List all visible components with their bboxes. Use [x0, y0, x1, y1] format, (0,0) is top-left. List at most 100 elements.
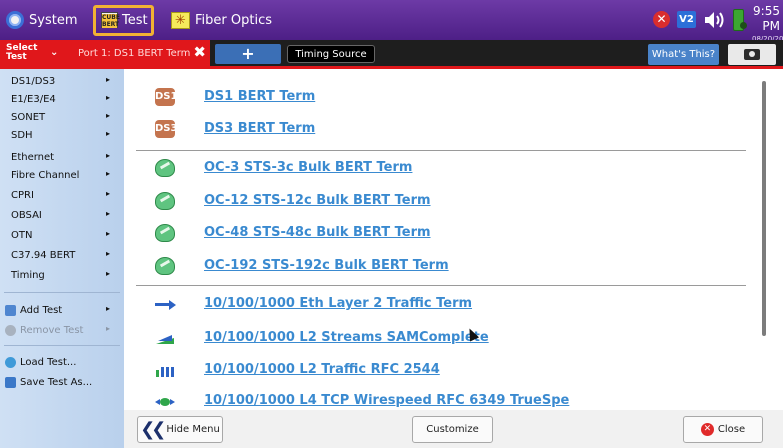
chevron-down-icon: ⌄ — [50, 47, 59, 58]
sonet-icon — [155, 224, 175, 242]
add-test-button[interactable]: Add Test ▸ — [0, 301, 124, 319]
add-tab-button[interactable]: + — [215, 44, 281, 64]
list-item-oc48-bulk-bert-term[interactable]: OC-48 STS-48c Bulk BERT Term — [124, 220, 764, 246]
sidebar-item-label: E1/E3/E4 — [11, 93, 56, 105]
sidebar-item-ethernet[interactable]: Ethernet ▸ — [0, 148, 124, 166]
close-label: Close — [717, 424, 746, 435]
sidebar-item-obsai[interactable]: OBSAI ▸ — [0, 206, 124, 224]
tab-port-1[interactable]: Port 1: DS1 BERT Term ✖ — [70, 40, 210, 66]
list-item-oc12-bulk-bert-term[interactable]: OC-12 STS-12c Bulk BERT Term — [124, 188, 764, 214]
double-chevron-left-icon: ❮❮ — [140, 419, 166, 440]
sidebar-item-e1-e3-e4[interactable]: E1/E3/E4 ▸ — [0, 90, 124, 108]
list-item-label: DS1 BERT Term — [204, 89, 316, 104]
chevron-right-icon: ▸ — [105, 249, 110, 258]
fiber-optics-label: Fiber Optics — [195, 12, 272, 28]
select-test-button[interactable]: Select Test ⌄ — [0, 40, 70, 66]
save-icon — [5, 376, 16, 388]
customize-label: Customize — [426, 424, 479, 435]
load-test-label: Load Test... — [20, 356, 77, 368]
close-tab-icon[interactable]: ✖ — [193, 43, 206, 61]
tab-timing-source[interactable]: Timing Source — [287, 45, 375, 63]
list-item-l2-traffic-rfc-2544[interactable]: 10/100/1000 L2 Traffic RFC 2544 — [124, 357, 764, 383]
sidebar-item-label: Timing — [11, 269, 45, 281]
status-v2-icon[interactable]: V2 — [677, 11, 696, 28]
remove-test-label: Remove Test — [20, 324, 84, 336]
sidebar-item-fibre-channel[interactable]: Fibre Channel ▸ — [0, 166, 124, 184]
ethernet-arrow-icon — [155, 295, 176, 313]
ethernet-tcp-icon — [155, 398, 175, 406]
add-test-label: Add Test — [20, 304, 63, 316]
hide-menu-button[interactable]: ❮❮ Hide Menu — [137, 416, 223, 443]
list-item-label: OC-192 STS-192c Bulk BERT Term — [204, 258, 449, 273]
list-divider — [136, 150, 746, 151]
test-menu[interactable]: CUBE BERT Test — [101, 0, 148, 40]
alarm-x-icon[interactable]: ✕ — [653, 11, 670, 28]
system-menu[interactable]: System — [6, 0, 77, 40]
sidebar: DS1/DS3 ▸ E1/E3/E4 ▸ SONET ▸ SDH ▸ Ethernet ▸… — [0, 69, 124, 448]
sidebar-item-ds1-ds3[interactable]: DS1/DS3 ▸ — [0, 72, 124, 90]
save-test-as-button[interactable]: Save Test As... — [0, 373, 124, 391]
whats-this-button[interactable]: What's This? — [648, 44, 719, 65]
list-item-label: OC-48 STS-48c Bulk BERT Term — [204, 225, 431, 240]
system-label: System — [29, 12, 78, 28]
test-label: Test — [122, 12, 148, 28]
chevron-right-icon: ▸ — [105, 304, 110, 313]
save-test-as-label: Save Test As... — [20, 376, 93, 388]
remove-test-icon — [5, 324, 16, 336]
list-item-oc3-bulk-bert-term[interactable]: OC-3 STS-3c Bulk BERT Term — [124, 155, 764, 181]
port-tab-label: Port 1: DS1 BERT Term — [78, 47, 191, 59]
sidebar-item-otn[interactable]: OTN ▸ — [0, 226, 124, 244]
list-item-label: 10/100/1000 Eth Layer 2 Traffic Term — [204, 296, 473, 311]
camera-icon[interactable] — [728, 44, 776, 65]
sidebar-item-timing[interactable]: Timing ▸ — [0, 266, 124, 284]
list-item-label: 10/100/1000 L4 TCP Wirespeed RFC 6349 Tr… — [204, 393, 570, 408]
list-divider — [136, 285, 746, 286]
ds1-icon: DS1 — [155, 88, 177, 106]
chevron-right-icon: ▸ — [105, 189, 110, 198]
bert-icon-text: BERT — [102, 21, 120, 28]
sidebar-item-label: OBSAI — [11, 209, 42, 221]
chevron-right-icon: ▸ — [105, 151, 110, 160]
close-icon: ✕ — [700, 423, 714, 436]
close-button[interactable]: ✕ Close — [683, 416, 763, 443]
ethernet-streams-icon — [156, 335, 174, 344]
sidebar-item-label: SONET — [11, 111, 46, 123]
clock-time: 9:55 PM — [753, 4, 780, 33]
load-test-icon — [5, 356, 16, 368]
bert-icon: CUBE BERT — [101, 12, 120, 28]
chevron-right-icon: ▸ — [105, 169, 110, 178]
sidebar-item-label: CPRI — [11, 189, 34, 201]
speaker-icon[interactable] — [703, 10, 725, 30]
test-list: DS1 DS1 BERT Term DS3 DS3 BERT Term OC-3… — [124, 69, 783, 410]
sidebar-item-c37-94-bert[interactable]: C37.94 BERT ▸ — [0, 246, 124, 264]
select-test-line2: Test — [6, 52, 27, 62]
sidebar-item-label: OTN — [11, 229, 33, 241]
sonet-icon — [155, 257, 175, 275]
ds3-icon: DS3 — [155, 120, 177, 138]
list-item-label: 10/100/1000 L2 Traffic RFC 2544 — [204, 362, 440, 377]
scrollbar[interactable] — [762, 81, 766, 336]
sidebar-item-label: SDH — [11, 129, 33, 141]
sidebar-item-sdh[interactable]: SDH ▸ — [0, 126, 124, 144]
remove-test-button[interactable]: Remove Test ▸ — [0, 321, 124, 339]
gear-icon — [6, 11, 24, 29]
sidebar-item-label: C37.94 BERT — [11, 249, 76, 261]
list-item-oc192-bulk-bert-term[interactable]: OC-192 STS-192c Bulk BERT Term — [124, 253, 764, 279]
list-item-ds3-bert-term[interactable]: DS3 DS3 BERT Term — [124, 116, 764, 142]
bert-icon-top-text: CUBE — [102, 14, 120, 21]
chevron-right-icon: ▸ — [105, 93, 110, 102]
list-item-l2-streams-samcomplete[interactable]: 10/100/1000 L2 Streams SAMComplete — [124, 325, 764, 351]
sidebar-item-cpri[interactable]: CPRI ▸ — [0, 186, 124, 204]
sonet-icon — [155, 159, 175, 177]
chevron-right-icon: ▸ — [105, 229, 110, 238]
sidebar-item-sonet[interactable]: SONET ▸ — [0, 108, 124, 126]
sonet-icon — [155, 192, 175, 210]
list-item-ds1-bert-term[interactable]: DS1 DS1 BERT Term — [124, 84, 764, 110]
fiber-optics-menu[interactable]: ✳ Fiber Optics — [171, 0, 272, 40]
list-item-eth-layer2-traffic-term[interactable]: 10/100/1000 Eth Layer 2 Traffic Term — [124, 291, 764, 317]
load-test-button[interactable]: Load Test... — [0, 353, 124, 371]
customize-button[interactable]: Customize — [412, 416, 493, 443]
add-test-icon — [5, 304, 16, 316]
bottom-bar: ❮❮ Hide Menu Customize ✕ Close — [124, 410, 783, 448]
chevron-right-icon: ▸ — [105, 209, 110, 218]
